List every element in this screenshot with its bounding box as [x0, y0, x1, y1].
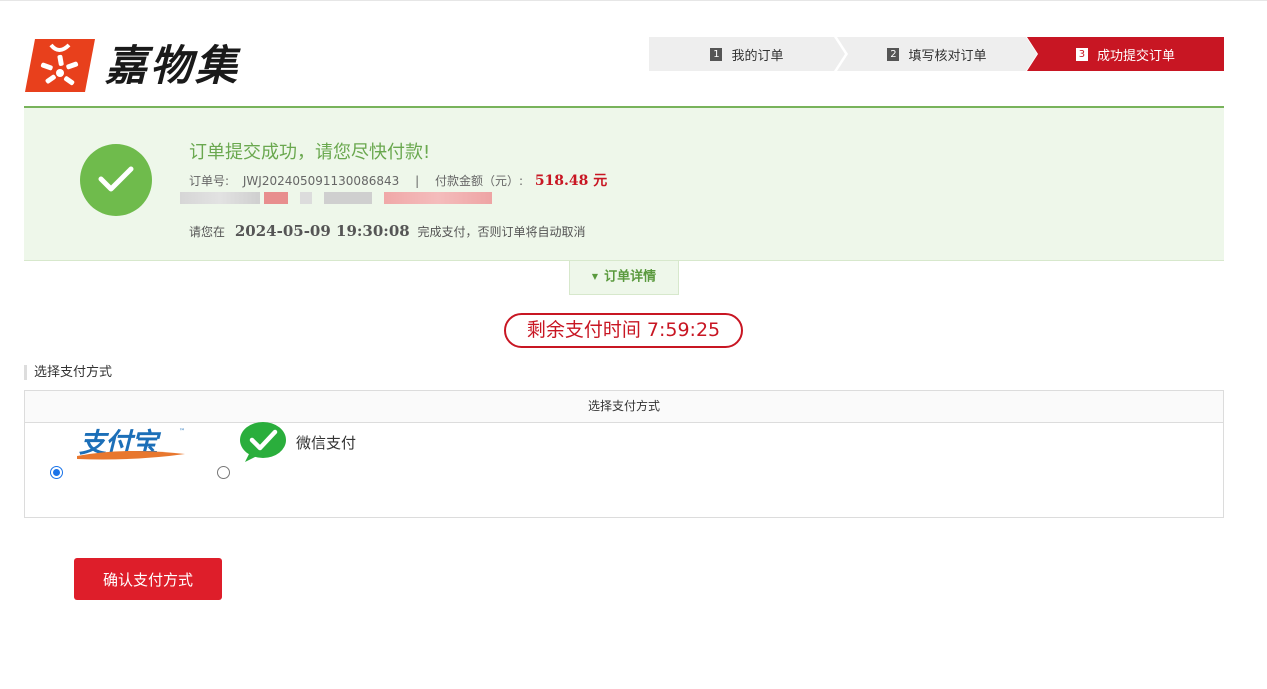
redacted-address	[264, 192, 288, 204]
deadline-suffix: 完成支付，否则订单将自动取消	[417, 225, 586, 239]
separator: |	[415, 174, 420, 188]
wechat-pay-icon[interactable]	[239, 421, 289, 463]
success-check-icon	[80, 144, 152, 216]
order-number-label: 订单号:	[189, 174, 230, 188]
step-label: 填写核对订单	[908, 48, 987, 64]
order-success-panel: 订单提交成功，请您尽快付款! 订单号: JWJ2024050911300868​…	[24, 106, 1224, 261]
redacted-address	[180, 192, 260, 204]
payment-amount: 518.48 元	[534, 173, 608, 189]
payment-table-header: 选择支付方式	[25, 391, 1223, 423]
step-label: 我的订单	[731, 48, 784, 64]
confirm-payment-button[interactable]: 确认支付方式	[74, 558, 222, 600]
deadline-prefix: 请您在	[189, 225, 226, 239]
site-logo[interactable]: 嘉物集	[25, 39, 265, 93]
order-progress-steps: 1 我的订单 2 填写核对订单 3 成功提交订单	[649, 37, 1224, 71]
payment-countdown: 剩余支付时间 7:59:25	[504, 313, 743, 348]
step-number: 3	[1075, 47, 1088, 61]
logo-icon	[25, 39, 95, 92]
order-details-label: 订单详情	[604, 269, 657, 285]
payment-deadline: 请您在 2024-05-09 19:30:08 完成支付，否则订单将自动取消	[189, 222, 586, 240]
order-number: JWJ2024050911300868​43	[242, 174, 400, 188]
alipay-logo[interactable]: 支付宝 ™	[75, 423, 191, 463]
caret-down-icon: ▼	[591, 272, 599, 281]
deadline-time: 2024-05-09 19:30:08	[234, 222, 410, 240]
section-title: 选择支付方式	[24, 365, 112, 380]
step-number: 1	[710, 47, 723, 61]
logo-text: 嘉物集	[105, 41, 241, 90]
step-number: 2	[887, 47, 900, 61]
redacted-address	[300, 192, 312, 204]
order-details-toggle[interactable]: ▼ 订单详情	[569, 261, 679, 295]
step-label: 成功提交订单	[1096, 48, 1175, 64]
redacted-address	[384, 192, 492, 204]
wechat-pay-radio[interactable]	[217, 466, 230, 479]
step-my-orders: 1 我的订单	[649, 37, 845, 71]
top-border	[0, 0, 1267, 1]
redacted-address	[324, 192, 372, 204]
payment-method-box: 选择支付方式 支付宝 ™ 微信支付	[24, 390, 1224, 518]
wechat-pay-label[interactable]: 微信支付	[296, 432, 356, 453]
order-info-line: 订单号: JWJ2024050911300868​43 | 付款金额（元）: 5…	[189, 170, 607, 190]
step-fill-check-order: 2 填写核对订单	[837, 37, 1037, 71]
success-title: 订单提交成功，请您尽快付款!	[189, 142, 431, 163]
step-order-submitted: 3 成功提交订单	[1027, 37, 1224, 71]
svg-text:™: ™	[179, 428, 185, 435]
alipay-radio[interactable]	[50, 466, 63, 479]
amount-label: 付款金额（元）:	[434, 174, 523, 188]
